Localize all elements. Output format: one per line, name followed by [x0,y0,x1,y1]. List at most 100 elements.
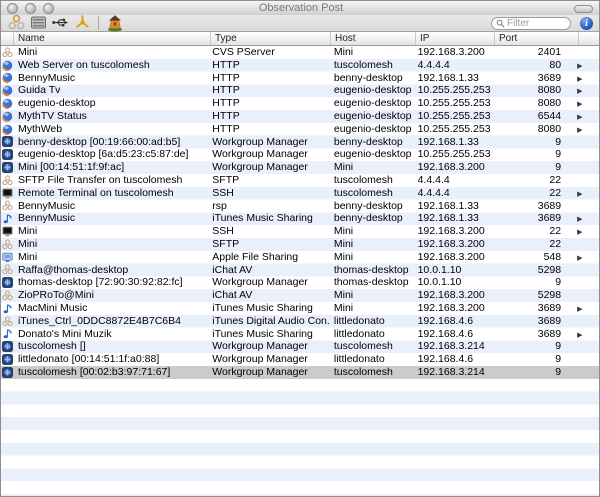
cell-type: HTTP [210,59,330,72]
cell-type: Workgroup Manager [210,148,330,161]
column-header-ip[interactable]: IP [416,32,495,45]
cell-port: 9 [493,366,565,379]
cell-type: iChat AV [210,264,330,277]
cell-ip: 192.168.1.33 [415,200,494,213]
observation-post-app-button[interactable] [104,14,126,31]
table-row[interactable]: Remote Terminal on tuscolomeshSSHtuscolo… [1,187,599,200]
bonjour-icon [1,200,14,213]
table-row[interactable]: MythWebHTTPeugenio-desktop10.255.255.253… [1,123,599,136]
cell-name: eugenio-desktop [6a:d5:23:c5:87:de] [14,148,210,161]
filter-input[interactable] [507,18,565,29]
cell-name: MythWeb [14,123,210,136]
cell-ip: 10.255.255.253 [415,97,494,110]
disclosure-arrow-icon[interactable]: ▶ [565,302,599,315]
table-row[interactable]: benny-desktop [00:19:66:00:ad:b5]Workgro… [1,136,599,149]
info-button[interactable]: i [580,17,593,30]
disclosure-arrow-icon[interactable]: ▶ [565,110,599,123]
cell-ip: 192.168.1.33 [415,72,494,85]
cell-name: benny-desktop [00:19:66:00:ad:b5] [14,136,210,149]
table-row[interactable]: Raffa@thomas-desktopiChat AVthomas-deskt… [1,264,599,277]
column-header-type[interactable]: Type [211,32,331,45]
cell-port: 3689 [493,200,565,213]
wgm-icon [1,340,14,353]
cell-host: tuscolomesh [330,187,415,200]
table-row[interactable]: thomas-desktop [72:90:30:92:82:fc]Workgr… [1,276,599,289]
table-row[interactable]: Donato's Mini MuzikiTunes Music Sharingl… [1,328,599,341]
column-header-port[interactable]: Port [495,32,579,45]
disclosure-arrow-icon[interactable]: ▶ [565,72,599,85]
table-row[interactable]: MacMini MusiciTunes Music SharingMini192… [1,302,599,315]
cell-ip: 192.168.3.200 [415,238,494,251]
table-row[interactable]: MiniSFTPMini192.168.3.20022 [1,238,599,251]
cell-type: Workgroup Manager [210,353,330,366]
cell-port: 9 [493,136,565,149]
table-row[interactable]: SFTP File Transfer on tuscolomeshSFTPtus… [1,174,599,187]
disclosure-arrow-icon[interactable]: ▶ [565,225,599,238]
table-row[interactable]: tuscolomesh [00:02:b3:97:71:67]Workgroup… [1,366,599,379]
cell-host: benny-desktop [330,212,415,225]
disclosure-arrow-icon[interactable]: ▶ [565,251,599,264]
table-row[interactable]: BennyMusiciTunes Music Sharingbenny-desk… [1,212,599,225]
usb-button[interactable] [49,14,71,31]
table-row[interactable]: ZioPRoTo@MiniiChat AVMini192.168.3.20052… [1,289,599,302]
firewire-button[interactable] [71,14,93,31]
table-row[interactable]: eugenio-desktop [6a:d5:23:c5:87:de]Workg… [1,148,599,161]
bonjour-icon [1,264,14,277]
table-row[interactable]: iTunes_Ctrl_0DDC8872E4B7C6B4iTunes Digit… [1,315,599,328]
cell-port: 8080 [493,97,565,110]
table-row[interactable]: tuscolomesh []Workgroup Managertuscolome… [1,340,599,353]
cell-host: eugenio-desktop [330,148,415,161]
disclosure-arrow-icon[interactable]: ▶ [565,123,599,136]
usb-icon [52,14,69,31]
column-header-host[interactable]: Host [331,32,416,45]
column-header-blank[interactable] [1,32,14,45]
cell-name: eugenio-desktop [14,97,210,110]
disclosure-arrow-icon[interactable]: ▶ [565,212,599,225]
table-row[interactable]: littledonato [00:14:51:1f:a0:88]Workgrou… [1,353,599,366]
titlebar[interactable]: Observation Post [1,1,600,15]
cell-type: Workgroup Manager [210,276,330,289]
cell-port: 9 [493,353,565,366]
globe-icon [1,59,14,72]
cell-host: eugenio-desktop [330,123,415,136]
cell-ip: 192.168.3.200 [415,251,494,264]
disclosure-arrow-icon[interactable]: ▶ [565,328,599,341]
table-row[interactable]: BennyMusicHTTPbenny-desktop192.168.1.333… [1,72,599,85]
table-row[interactable]: Mini [00:14:51:1f:9f:ac]Workgroup Manage… [1,161,599,174]
cell-host: Mini [330,161,415,174]
toolbar: i [1,15,600,32]
table-row[interactable]: MiniCVS PServerMini192.168.3.2002401 [1,46,599,59]
table-header: NameTypeHostIPPort [1,32,600,46]
arrow-cell-empty [565,238,599,251]
server-button[interactable] [27,14,49,31]
cell-name: Mini [14,46,210,59]
disclosure-arrow-icon[interactable]: ▶ [565,59,599,72]
cell-ip: 10.255.255.253 [415,123,494,136]
table-row[interactable]: MythTV StatusHTTPeugenio-desktop10.255.2… [1,110,599,123]
cell-name: Mini [14,225,210,238]
arrow-cell-empty [565,289,599,302]
table-row[interactable]: Web Server on tuscolomeshHTTPtuscolomesh… [1,59,599,72]
toolbar-toggle-pill[interactable] [574,5,593,13]
cell-ip: 4.4.4.4 [415,174,494,187]
cell-ip: 192.168.3.200 [415,289,494,302]
cell-port: 3689 [493,72,565,85]
bonjour-services-button[interactable] [5,14,27,31]
wgm-icon [1,366,14,379]
bonjour-icon [1,289,14,302]
observation-post-window: Observation Post [0,0,600,497]
column-header-name[interactable]: Name [14,32,211,45]
table-row[interactable]: eugenio-desktopHTTPeugenio-desktop10.255… [1,97,599,110]
filter-field[interactable] [491,17,571,30]
disclosure-arrow-icon[interactable]: ▶ [565,187,599,200]
table-row[interactable]: MiniApple File SharingMini192.168.3.2005… [1,251,599,264]
column-header-blank[interactable] [579,32,600,45]
table-row[interactable]: MiniSSHMini192.168.3.20022▶ [1,225,599,238]
cell-host: tuscolomesh [330,366,415,379]
disclosure-arrow-icon[interactable]: ▶ [565,84,599,97]
search-icon [496,19,505,28]
cell-port: 3689 [493,315,565,328]
table-row[interactable]: BennyMusicrspbenny-desktop192.168.1.3336… [1,200,599,213]
disclosure-arrow-icon[interactable]: ▶ [565,97,599,110]
table-row[interactable]: Guida TvHTTPeugenio-desktop10.255.255.25… [1,84,599,97]
